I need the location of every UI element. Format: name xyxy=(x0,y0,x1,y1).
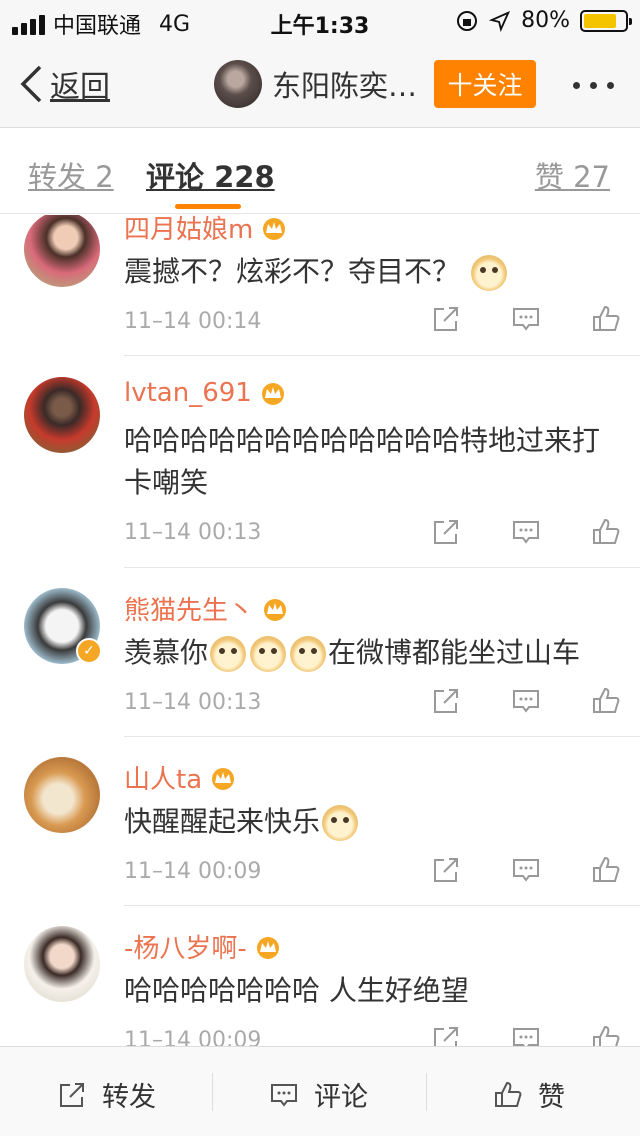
comment-icon[interactable] xyxy=(510,854,542,886)
comment-actions xyxy=(430,685,622,717)
like-icon[interactable] xyxy=(590,854,622,886)
emoji-doge-icon xyxy=(290,636,327,672)
comment-icon[interactable] xyxy=(510,685,542,717)
repost-label: 转发 xyxy=(102,1082,156,1113)
avatar[interactable] xyxy=(24,215,100,287)
list-item: 四月姑娘m 震撼不？炫彩不？夺目不？ 11–14 00:14 xyxy=(0,215,640,356)
username[interactable]: 四月姑娘m xyxy=(124,215,289,246)
comment-button[interactable]: 评论 xyxy=(268,1075,368,1114)
comment-text: 哈哈哈哈哈哈哈 人生好绝望 xyxy=(124,974,469,1007)
emoji-doge-icon xyxy=(322,805,359,841)
like-label: 赞 xyxy=(538,1082,565,1113)
share-icon[interactable] xyxy=(430,516,462,548)
emoji-doge-icon xyxy=(250,636,287,672)
comment-icon[interactable] xyxy=(510,303,542,335)
comment-actions xyxy=(430,303,622,335)
username[interactable]: 熊猫先生丶 xyxy=(124,590,290,627)
like-icon[interactable] xyxy=(590,516,622,548)
like-icon[interactable] xyxy=(590,1023,622,1047)
tab-indicator xyxy=(175,204,241,209)
list-item: -杨八岁啊- 哈哈哈哈哈哈哈 人生好绝望 11–14 00:09 xyxy=(0,906,640,1047)
crown-icon xyxy=(256,936,279,959)
comment-icon[interactable] xyxy=(510,516,542,548)
share-icon[interactable] xyxy=(430,685,462,717)
comment-text: 震撼不？炫彩不？夺目不？ xyxy=(124,251,624,293)
location-icon xyxy=(489,10,511,32)
rotation-lock-icon xyxy=(457,10,478,31)
back-label: 返回 xyxy=(50,70,110,105)
follow-button[interactable]: 十关注 xyxy=(434,60,536,108)
share-icon[interactable] xyxy=(430,303,462,335)
share-icon xyxy=(60,1082,84,1107)
comment-icon[interactable] xyxy=(510,1023,542,1047)
nav-bar: 返回 东阳陈奕… 十关注 xyxy=(0,40,640,128)
tab-like[interactable]: 赞 27 xyxy=(535,154,610,196)
battery-percent: 80% xyxy=(521,8,570,33)
bottom-action-bar: 转发 评论 赞 xyxy=(0,1046,640,1136)
comment-time: 11–14 00:09 xyxy=(124,1028,262,1047)
list-item: ✓ 熊猫先生丶 羡慕你 在微博都能坐过山车 11–14 00:13 xyxy=(0,568,640,737)
comment-actions xyxy=(430,516,622,548)
nav-user[interactable]: 东阳陈奕… xyxy=(214,60,417,108)
avatar[interactable] xyxy=(24,926,100,1002)
tab-comment[interactable]: 评论 228 xyxy=(146,154,275,196)
crown-icon xyxy=(263,217,286,240)
like-button[interactable]: 赞 xyxy=(492,1075,565,1114)
more-button[interactable] xyxy=(573,82,614,89)
username[interactable]: -杨八岁啊- xyxy=(124,928,283,965)
emoji-doge-icon xyxy=(470,255,507,291)
comment-text: 羡慕你 在微博都能坐过山车 xyxy=(124,632,634,674)
avatar[interactable] xyxy=(24,757,100,833)
comment-time: 11–14 00:14 xyxy=(124,309,262,334)
status-right: 80% xyxy=(455,8,632,33)
emoji-doge-icon xyxy=(210,636,247,672)
back-button[interactable]: 返回 xyxy=(18,62,110,106)
back-icon xyxy=(20,65,42,103)
tab-repost[interactable]: 转发 2 xyxy=(28,154,114,196)
avatar[interactable] xyxy=(214,60,262,108)
comment-icon xyxy=(271,1083,297,1107)
username[interactable]: lvtan_691 xyxy=(124,378,288,408)
battery-icon xyxy=(580,9,632,32)
verified-badge-icon: ✓ xyxy=(76,638,102,664)
comment-list[interactable]: 四月姑娘m 震撼不？炫彩不？夺目不？ 11–14 00:14 lvtan_691… xyxy=(0,215,640,1047)
comment-text: 哈哈哈哈哈哈哈哈哈哈哈哈特地过来打卡嘲笑 xyxy=(124,424,601,499)
avatar[interactable] xyxy=(24,377,100,453)
comment-label: 评论 xyxy=(314,1082,368,1113)
crown-icon xyxy=(264,598,287,621)
divider xyxy=(426,1073,427,1111)
crown-icon xyxy=(212,767,235,790)
comment-actions xyxy=(430,1023,622,1047)
username[interactable]: 山人ta xyxy=(124,759,238,796)
crown-icon xyxy=(261,383,284,405)
status-bar: 中国联通 4G 上午1:33 80% xyxy=(0,0,640,40)
comment-text: 快醒醒起来快乐 xyxy=(124,801,624,843)
comment-time: 11–14 00:13 xyxy=(124,520,262,545)
comment-actions xyxy=(430,854,622,886)
share-icon[interactable] xyxy=(430,1023,462,1047)
share-icon[interactable] xyxy=(430,854,462,886)
repost-button[interactable]: 转发 xyxy=(56,1075,156,1114)
list-item: lvtan_691 哈哈哈哈哈哈哈哈哈哈哈哈特地过来打卡嘲笑 11–14 00:… xyxy=(0,356,640,568)
nav-title: 东阳陈奕… xyxy=(272,69,418,103)
like-icon[interactable] xyxy=(590,303,622,335)
comment-time: 11–14 00:09 xyxy=(124,859,262,884)
like-icon xyxy=(495,1081,522,1107)
like-icon[interactable] xyxy=(590,685,622,717)
list-item: 山人ta 快醒醒起来快乐 11–14 00:09 xyxy=(0,737,640,906)
comment-time: 11–14 00:13 xyxy=(124,690,262,715)
tab-bar: 转发 2 评论 228 赞 27 xyxy=(0,128,640,214)
divider xyxy=(212,1073,213,1111)
